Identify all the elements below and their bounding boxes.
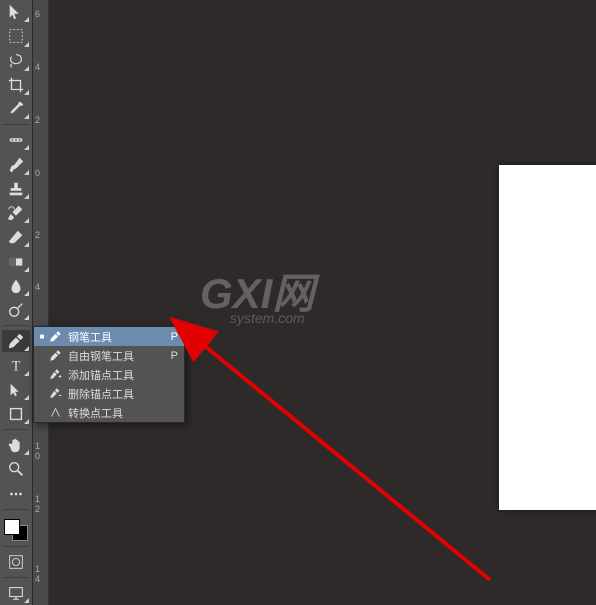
zoom-tool[interactable]	[2, 458, 30, 480]
ruler-mark: 4	[35, 282, 40, 292]
dodge-tool[interactable]	[2, 299, 30, 321]
edit-toolbar[interactable]	[2, 483, 30, 505]
ruler-mark: 1 0	[35, 441, 40, 461]
document-canvas[interactable]	[499, 165, 596, 510]
ruler-mark: 6	[35, 9, 40, 19]
ruler-mark: 1 4	[35, 564, 40, 584]
flyout-item-convert-point[interactable]: 转换点工具	[34, 403, 184, 422]
freeform-pen-icon	[46, 349, 64, 362]
flyout-shortcut: P	[166, 331, 178, 343]
type-tool[interactable]: T	[2, 354, 30, 376]
toolbar-separator	[3, 325, 29, 326]
stamp-tool[interactable]	[2, 178, 30, 200]
flyout-label: 添加锚点工具	[64, 367, 166, 383]
flyout-item-add-anchor[interactable]: 添加锚点工具	[34, 365, 184, 384]
blur-tool[interactable]	[2, 275, 30, 297]
color-swatches[interactable]	[2, 517, 30, 543]
svg-text:T: T	[12, 359, 21, 375]
current-tool-indicator: ■	[38, 332, 46, 341]
pen-tool-flyout: ■ 钢笔工具 P 自由钢笔工具 P 添加锚点工具 删除锚点工具 转换点工具	[33, 326, 185, 423]
toolbar-separator	[3, 509, 29, 510]
eraser-tool[interactable]	[2, 226, 30, 248]
healing-brush-tool[interactable]	[2, 129, 30, 151]
flyout-item-pen[interactable]: ■ 钢笔工具 P	[34, 327, 184, 346]
ruler-mark: 4	[35, 62, 40, 72]
brush-tool[interactable]	[2, 153, 30, 175]
add-anchor-icon	[46, 368, 64, 381]
shape-tool[interactable]	[2, 403, 30, 425]
foreground-swatch[interactable]	[4, 519, 20, 535]
toolbar: T	[0, 0, 33, 605]
flyout-label: 钢笔工具	[64, 329, 166, 345]
toolbar-separator	[3, 124, 29, 125]
hand-tool[interactable]	[2, 434, 30, 456]
quickmask-tool[interactable]	[2, 551, 30, 573]
toolbar-separator	[3, 546, 29, 547]
ruler-mark: 2	[35, 230, 40, 240]
path-selection-tool[interactable]	[2, 379, 30, 401]
crop-tool[interactable]	[2, 74, 30, 96]
flyout-label: 自由钢笔工具	[64, 348, 166, 364]
gradient-tool[interactable]	[2, 250, 30, 272]
flyout-item-freeform-pen[interactable]: 自由钢笔工具 P	[34, 346, 184, 365]
vertical-ruler: 6 4 2 0 2 4 6 8 1 0 1 2 1 4	[33, 0, 49, 605]
canvas-area[interactable]	[49, 0, 596, 605]
delete-anchor-icon	[46, 387, 64, 400]
flyout-shortcut: P	[166, 350, 178, 362]
ruler-mark: 0	[35, 168, 40, 178]
toolbar-separator	[3, 577, 29, 578]
flyout-item-delete-anchor[interactable]: 删除锚点工具	[34, 384, 184, 403]
pen-tool[interactable]	[2, 330, 30, 352]
pen-icon	[46, 330, 64, 343]
screenmode-tool[interactable]	[2, 582, 30, 604]
history-brush-tool[interactable]	[2, 202, 30, 224]
lasso-tool[interactable]	[2, 50, 30, 72]
ruler-mark: 2	[35, 115, 40, 125]
move-tool[interactable]	[2, 1, 30, 23]
marquee-tool[interactable]	[2, 25, 30, 47]
eyedropper-tool[interactable]	[2, 98, 30, 120]
convert-point-icon	[46, 406, 64, 419]
toolbar-separator	[3, 429, 29, 430]
ruler-mark: 1 2	[35, 494, 40, 514]
flyout-label: 删除锚点工具	[64, 386, 166, 402]
flyout-label: 转换点工具	[64, 405, 166, 421]
